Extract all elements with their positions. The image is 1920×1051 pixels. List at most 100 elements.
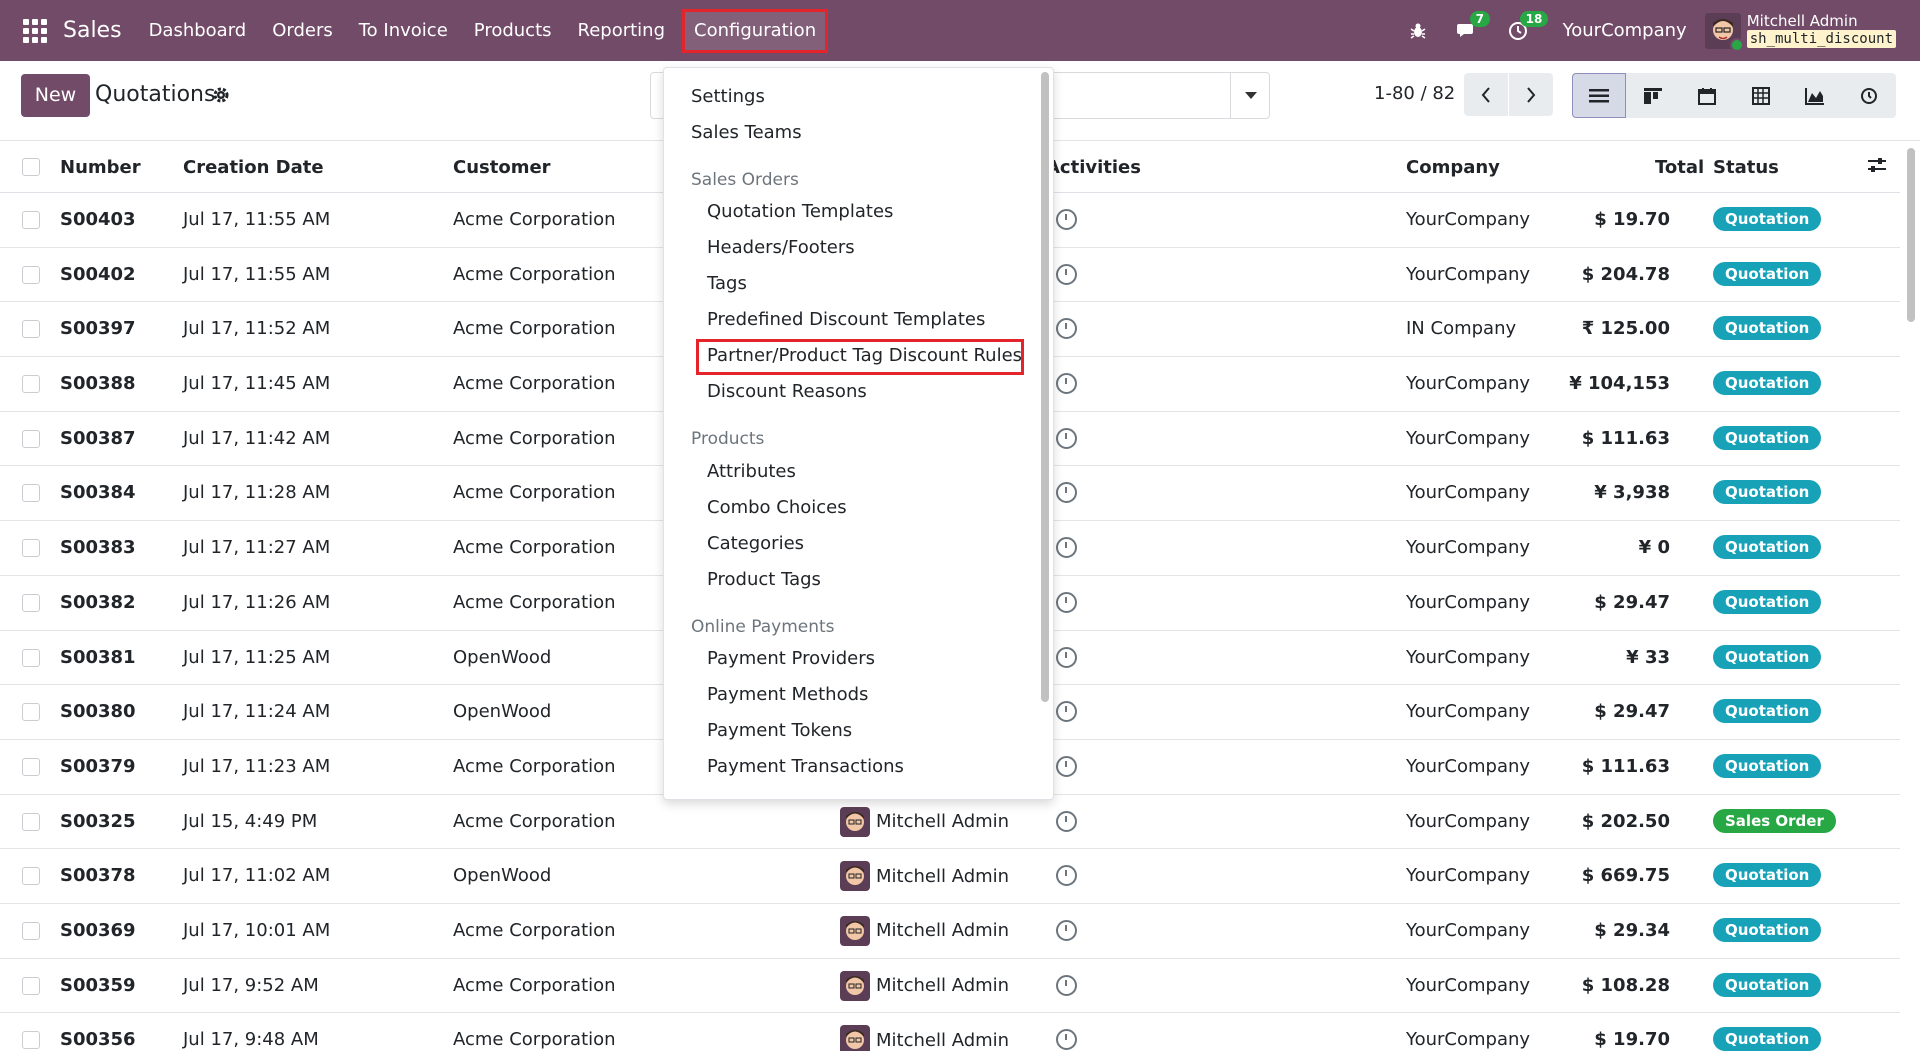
pager-next-button[interactable]	[1509, 73, 1553, 116]
cell-company: YourCompany	[1406, 646, 1531, 668]
page-scrollbar[interactable]	[1907, 148, 1915, 322]
header-customer[interactable]: Customer	[453, 157, 551, 178]
gear-icon[interactable]	[212, 85, 230, 109]
status-badge: Quotation	[1713, 917, 1822, 942]
row-checkbox[interactable]	[22, 484, 40, 503]
pager-value[interactable]: 1-80 / 82	[1374, 83, 1455, 104]
menu-orders[interactable]: Orders	[259, 9, 346, 53]
menu-predefined-discount-templates[interactable]: Predefined Discount Templates	[707, 309, 985, 330]
header-total[interactable]: Total	[1655, 157, 1704, 178]
activity-clock-icon[interactable]	[1056, 701, 1077, 723]
pager-previous-button[interactable]	[1464, 73, 1508, 116]
menu-sales-teams[interactable]: Sales Teams	[691, 122, 802, 143]
user-avatar[interactable]	[1704, 12, 1744, 52]
activities-clock-icon[interactable]: 18	[1503, 10, 1549, 46]
menu-products[interactable]: Products	[461, 9, 565, 53]
header-creation-date[interactable]: Creation Date	[183, 157, 324, 178]
activity-clock-icon[interactable]	[1056, 427, 1077, 449]
calendar-view-button[interactable]	[1680, 73, 1734, 118]
table-row[interactable]: S00325 Jul 15, 4:49 PM Acme Corporation Mit…	[0, 795, 1900, 850]
dropdown-scrollbar[interactable]	[1041, 72, 1049, 702]
graph-view-button[interactable]	[1788, 73, 1842, 118]
menu-discount-reasons[interactable]: Discount Reasons	[707, 381, 867, 402]
select-all-checkbox[interactable]	[22, 158, 40, 176]
activity-clock-icon[interactable]	[1056, 209, 1077, 230]
row-checkbox[interactable]	[22, 593, 40, 612]
messages-chat-icon[interactable]: 7	[1453, 10, 1490, 46]
row-checkbox[interactable]	[22, 703, 40, 722]
kanban-view-button[interactable]	[1626, 73, 1680, 118]
menu-reporting[interactable]: Reporting	[565, 9, 679, 53]
menu-combo-choices[interactable]: Combo Choices	[707, 497, 847, 518]
table-row[interactable]: S00359 Jul 17, 9:52 AM Acme Corporation Mit…	[0, 959, 1900, 1014]
menu-product-tags[interactable]: Product Tags	[707, 569, 821, 590]
debug-bug-icon[interactable]	[1403, 16, 1433, 46]
header-activities[interactable]: Activities	[1046, 157, 1141, 178]
row-checkbox[interactable]	[22, 375, 40, 394]
activity-clock-icon[interactable]	[1056, 810, 1077, 832]
menu-partner-product-tag-discount-rules[interactable]: Partner/Product Tag Discount Rules	[707, 345, 1022, 366]
menu-payment-transactions[interactable]: Payment Transactions	[707, 756, 904, 777]
header-number[interactable]: Number	[60, 157, 141, 178]
user-menu[interactable]: Mitchell Admin sh_multi_discount	[1746, 12, 1896, 48]
menu-payment-providers[interactable]: Payment Providers	[707, 648, 875, 669]
menu-payment-tokens[interactable]: Payment Tokens	[707, 720, 852, 741]
table-row[interactable]: S00356 Jul 17, 9:48 AM Acme Corporation Mit…	[0, 1013, 1900, 1051]
menu-headers-footers[interactable]: Headers/Footers	[707, 237, 855, 258]
status-badge: Quotation	[1713, 1027, 1822, 1051]
column-settings-icon[interactable]	[1867, 156, 1887, 179]
app-menu-grid-icon[interactable]	[23, 18, 47, 43]
activity-clock-icon[interactable]	[1056, 373, 1077, 395]
menu-attributes[interactable]: Attributes	[707, 461, 796, 482]
new-button[interactable]: New	[21, 74, 90, 117]
menu-tags[interactable]: Tags	[707, 273, 747, 294]
row-checkbox[interactable]	[22, 976, 40, 995]
status-badge: Quotation	[1713, 972, 1822, 997]
row-checkbox[interactable]	[22, 757, 40, 776]
row-checkbox[interactable]	[22, 429, 40, 448]
status-badge: Quotation	[1713, 535, 1822, 560]
menu-payment-methods[interactable]: Payment Methods	[707, 684, 868, 705]
activity-clock-icon[interactable]	[1056, 591, 1077, 613]
activity-clock-icon[interactable]	[1056, 755, 1077, 777]
list-view-button[interactable]	[1572, 73, 1626, 118]
company-switcher[interactable]: YourCompany	[1563, 20, 1687, 41]
menu-configuration[interactable]: Configuration	[682, 8, 829, 53]
row-checkbox[interactable]	[22, 648, 40, 667]
cell-number: S00359	[60, 974, 136, 996]
table-row[interactable]: S00378 Jul 17, 11:02 AM OpenWood Mitchell A…	[0, 849, 1900, 904]
menu-to-invoice[interactable]: To Invoice	[346, 9, 461, 53]
row-checkbox[interactable]	[22, 867, 40, 886]
row-checkbox[interactable]	[22, 320, 40, 339]
menu-dashboard[interactable]: Dashboard	[136, 9, 260, 53]
menu-categories[interactable]: Categories	[707, 533, 804, 554]
activities-count-badge: 18	[1519, 10, 1549, 27]
menu-settings[interactable]: Settings	[691, 86, 765, 107]
activity-clock-icon[interactable]	[1056, 919, 1077, 941]
activity-clock-icon[interactable]	[1056, 646, 1077, 668]
pivot-view-button[interactable]	[1734, 73, 1788, 118]
status-badge: Quotation	[1713, 480, 1822, 505]
menu-quotation-templates[interactable]: Quotation Templates	[707, 201, 893, 222]
activity-clock-icon[interactable]	[1056, 537, 1077, 559]
activity-clock-icon[interactable]	[1056, 974, 1077, 996]
user-name: Mitchell Admin	[1746, 12, 1858, 30]
header-status[interactable]: Status	[1713, 157, 1779, 178]
cell-creation-date: Jul 15, 4:49 PM	[183, 810, 318, 832]
row-checkbox[interactable]	[22, 1031, 40, 1050]
table-row[interactable]: S00369 Jul 17, 10:01 AM Acme Corporation Mi…	[0, 904, 1900, 959]
activity-clock-icon[interactable]	[1056, 865, 1077, 887]
activity-clock-icon[interactable]	[1056, 318, 1077, 340]
activity-clock-icon[interactable]	[1056, 482, 1077, 504]
search-options-toggle[interactable]	[1230, 72, 1270, 119]
row-checkbox[interactable]	[22, 539, 40, 558]
row-checkbox[interactable]	[22, 812, 40, 831]
activity-clock-icon[interactable]	[1056, 263, 1077, 285]
row-checkbox[interactable]	[22, 921, 40, 940]
row-checkbox[interactable]	[22, 265, 40, 284]
activity-view-button[interactable]	[1842, 73, 1896, 118]
header-company[interactable]: Company	[1406, 157, 1500, 178]
activity-clock-icon[interactable]	[1056, 1029, 1077, 1051]
row-checkbox[interactable]	[22, 211, 40, 229]
app-brand[interactable]: Sales	[63, 18, 122, 43]
